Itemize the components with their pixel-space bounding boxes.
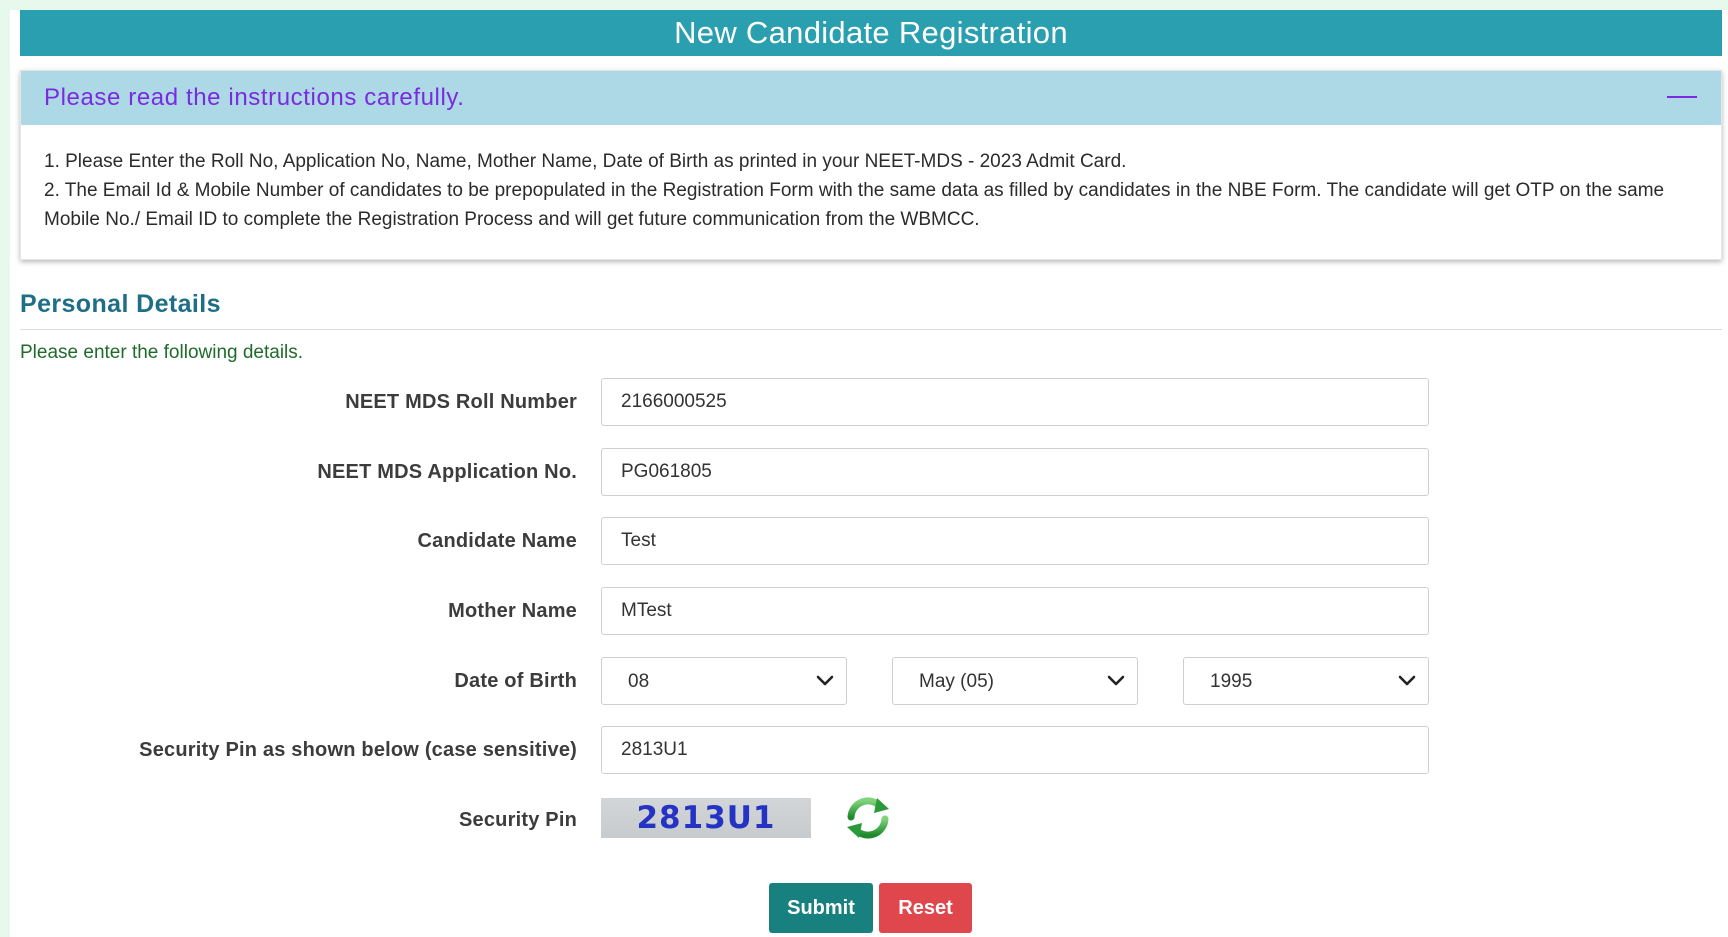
page-title: New Candidate Registration <box>20 10 1722 56</box>
form-actions: Submit Reset <box>20 883 1722 933</box>
instruction-line-2: 2. The Email Id & Mobile Number of candi… <box>44 180 1665 230</box>
form-row-dob: Date of Birth 08 May (05) 1995 <box>20 657 1722 705</box>
instructions-body: 1. Please Enter the Roll No, Application… <box>21 125 1721 259</box>
form-row-roll: NEET MDS Roll Number <box>20 378 1722 426</box>
chevron-down-icon <box>1107 675 1125 686</box>
captcha-text: 2813U1 <box>636 800 776 836</box>
roll-number-label: NEET MDS Roll Number <box>345 391 577 413</box>
reset-button[interactable]: Reset <box>879 883 972 933</box>
form-row-pin-input: Security Pin as shown below (case sensit… <box>20 726 1722 774</box>
dob-day-value: 08 <box>628 671 650 692</box>
roll-number-input[interactable] <box>601 378 1429 426</box>
instructions-panel: Please read the instructions carefully. … <box>20 70 1722 260</box>
dob-day-select[interactable]: 08 <box>601 657 847 705</box>
dob-month-select[interactable]: May (05) <box>892 657 1138 705</box>
candidate-name-input[interactable] <box>601 517 1429 565</box>
dob-month-value: May (05) <box>919 671 994 692</box>
chevron-down-icon <box>816 675 834 686</box>
mother-name-input[interactable] <box>601 587 1429 635</box>
minus-icon[interactable] <box>1667 96 1697 98</box>
section-subtitle: Please enter the following details. <box>20 342 304 363</box>
form-row-name: Candidate Name <box>20 517 1722 565</box>
registration-page: New Candidate Registration Please read t… <box>20 10 1722 364</box>
security-pin-label: Security Pin <box>459 809 577 831</box>
left-strip <box>0 0 10 937</box>
form-row-application: NEET MDS Application No. <box>20 448 1722 496</box>
instructions-heading: Please read the instructions carefully. <box>44 84 465 111</box>
application-no-input[interactable] <box>601 448 1429 496</box>
dob-year-value: 1995 <box>1210 671 1253 692</box>
captcha-image: 2813U1 <box>601 798 811 838</box>
dob-label: Date of Birth <box>454 670 577 692</box>
submit-button[interactable]: Submit <box>769 883 873 933</box>
instructions-header[interactable]: Please read the instructions carefully. <box>21 71 1721 125</box>
form-row-captcha: Security Pin 2813U1 <box>20 796 1722 844</box>
chevron-down-icon <box>1398 675 1416 686</box>
application-no-label: NEET MDS Application No. <box>317 461 577 483</box>
security-pin-input-label: Security Pin as shown below (case sensit… <box>139 739 577 761</box>
candidate-name-label: Candidate Name <box>417 530 577 552</box>
dob-year-select[interactable]: 1995 <box>1183 657 1429 705</box>
mother-name-label: Mother Name <box>448 600 577 622</box>
form-row-mother: Mother Name <box>20 587 1722 635</box>
refresh-icon[interactable] <box>843 795 893 841</box>
top-strip <box>0 0 1728 10</box>
section-title: Personal Details <box>20 290 1722 330</box>
instruction-line-1: 1. Please Enter the Roll No, Application… <box>44 151 1127 172</box>
security-pin-input[interactable] <box>601 726 1429 774</box>
